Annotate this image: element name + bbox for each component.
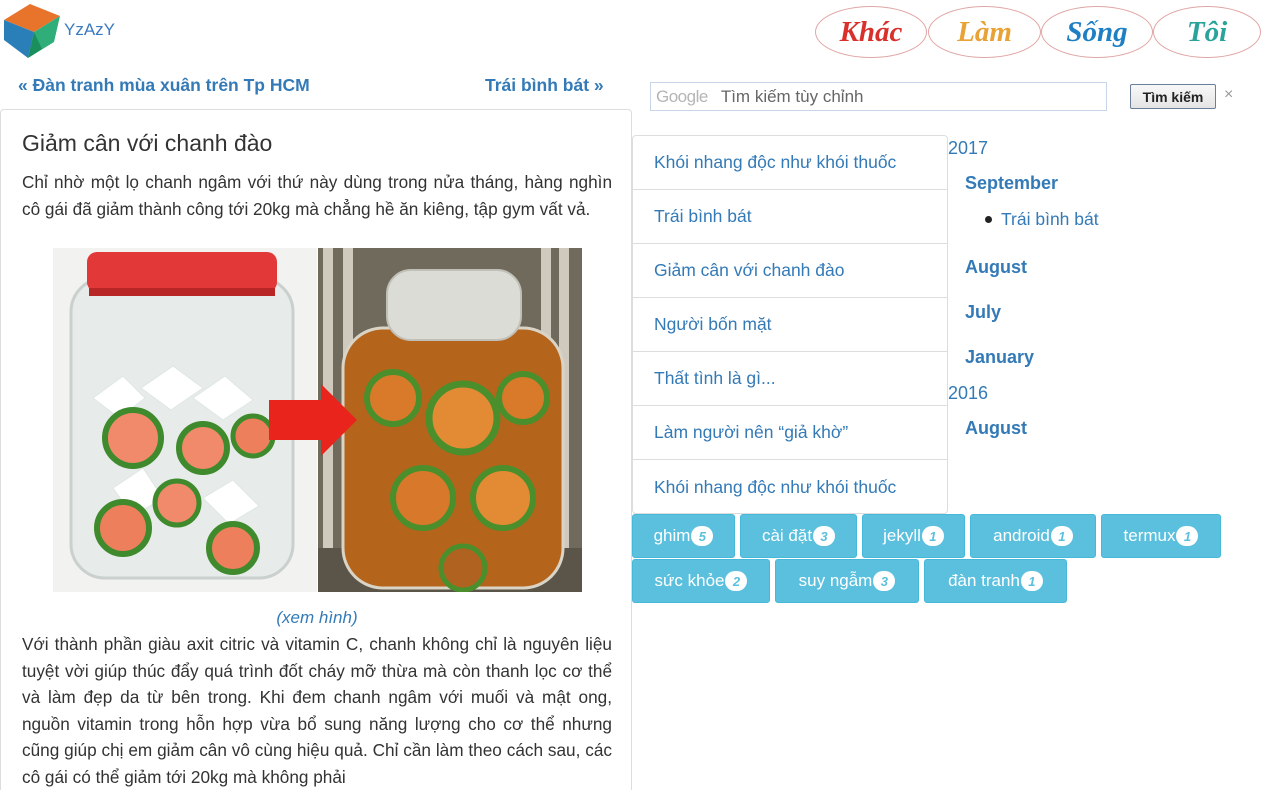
image-caption-link[interactable]: (xem hình) (1, 608, 633, 628)
tag-label: ghim (653, 526, 691, 545)
main-nav: Khác Làm Sống Tôi (815, 6, 1263, 58)
popular-post-item[interactable]: Người bốn mặt (633, 298, 947, 352)
nav-lam[interactable]: Làm (928, 6, 1041, 58)
popular-post-item[interactable]: Thất tình là gì... (633, 352, 947, 406)
nav-song[interactable]: Sống (1041, 6, 1153, 58)
article-intro: Chỉ nhờ một lọ chanh ngâm với thứ này dù… (22, 172, 612, 219)
tag-count-badge: 1 (1050, 526, 1073, 546)
next-post-link[interactable]: Trái bình bát » (485, 75, 604, 96)
nav-toi[interactable]: Tôi (1153, 6, 1261, 58)
tag-cai-dat[interactable]: cài đặt 3 (740, 514, 857, 558)
prev-post-link[interactable]: « Đàn tranh mùa xuân trên Tp HCM (18, 75, 310, 96)
popular-post-item[interactable]: Giảm cân với chanh đào (633, 244, 947, 298)
tag-label: android (993, 526, 1050, 545)
site-logo[interactable] (2, 2, 64, 60)
nav-lam-label: Làm (957, 15, 1012, 48)
tag-label: cài đặt (761, 526, 813, 545)
tag-dan-tranh[interactable]: đàn tranh 1 (924, 559, 1067, 603)
tag-termux[interactable]: termux 1 (1101, 514, 1221, 558)
tag-suc-khoe[interactable]: sức khỏe 2 (632, 559, 770, 603)
archive-month-january[interactable]: January (965, 347, 1034, 368)
tag-count-badge: 5 (691, 526, 714, 546)
archive-year-2017[interactable]: 2017 (948, 138, 988, 159)
popular-posts-list: Khói nhang độc như khói thuốc Trái bình … (632, 135, 948, 514)
tag-count-badge: 1 (1176, 526, 1199, 546)
tag-suy-ngam[interactable]: suy ngẫm 3 (775, 559, 919, 603)
nav-song-label: Sống (1066, 15, 1128, 48)
bullet-icon (985, 216, 992, 223)
tag-count-badge: 3 (813, 526, 836, 546)
article-title: Giảm cân với chanh đào (22, 130, 273, 156)
article-panel: Giảm cân với chanh đào Chỉ nhờ một lọ ch… (0, 109, 632, 790)
tag-label: sức khỏe (654, 571, 725, 590)
archive-month-august-2016[interactable]: August (965, 418, 1027, 439)
tag-count-badge: 1 (1020, 571, 1043, 591)
tag-count-badge: 3 (873, 571, 896, 591)
search-box: Google (650, 82, 1107, 111)
archive-month-july[interactable]: July (965, 302, 1001, 323)
article-body: Với thành phần giàu axit citric và vitam… (22, 634, 612, 787)
popular-post-item[interactable]: Khói nhang độc như khói thuốc (633, 136, 947, 190)
tag-ghim[interactable]: ghim 5 (632, 514, 735, 558)
archive-month-september[interactable]: September (965, 173, 1058, 194)
google-logo: Google (656, 86, 708, 106)
tag-android[interactable]: android 1 (970, 514, 1096, 558)
nav-khac-label: Khác (839, 15, 903, 48)
popular-post-item[interactable]: Khói nhang độc như khói thuốc (633, 460, 947, 514)
tag-label: suy ngẫm (798, 571, 873, 590)
nav-toi-label: Tôi (1186, 15, 1228, 48)
nav-khac[interactable]: Khác (815, 6, 927, 58)
close-icon[interactable]: × (1224, 86, 1233, 104)
archive-post-label: Trái bình bát (1001, 209, 1099, 229)
site-logo-text[interactable]: YzAzY (64, 20, 115, 40)
archive-year-2016[interactable]: 2016 (948, 383, 988, 404)
search-input[interactable] (720, 86, 1081, 107)
lemon-jar-photo[interactable] (53, 248, 582, 592)
search-button[interactable]: Tìm kiếm (1130, 84, 1216, 109)
tag-label: termux (1123, 526, 1176, 545)
tag-count-badge: 1 (921, 526, 944, 546)
archive-month-august[interactable]: August (965, 257, 1027, 278)
popular-post-item[interactable]: Làm người nên “giả khờ” (633, 406, 947, 460)
tag-jekyll[interactable]: jekyll 1 (862, 514, 965, 558)
archive-post-item[interactable]: Trái bình bát (985, 209, 1099, 230)
tag-count-badge: 2 (725, 571, 748, 591)
tag-label: jekyll (883, 526, 921, 545)
popular-post-item[interactable]: Trái bình bát (633, 190, 947, 244)
tag-label: đàn tranh (948, 571, 1020, 590)
